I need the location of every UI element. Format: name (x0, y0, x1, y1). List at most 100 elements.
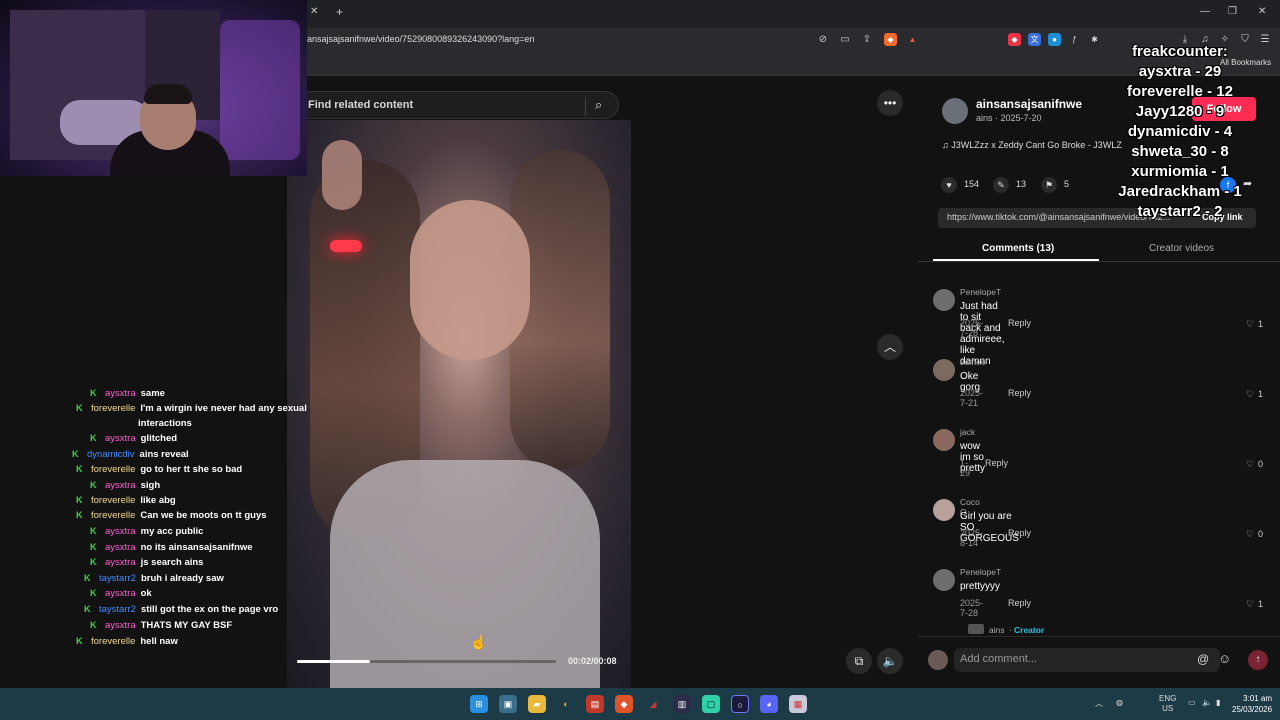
floating-player-icon[interactable]: ⧉ (846, 648, 872, 674)
emoji-icon[interactable]: ☺ (1218, 651, 1231, 666)
user-avatar (928, 650, 948, 670)
chat-username: taystarr2 (99, 604, 136, 615)
url-text[interactable]: ansajsajsanifnwe/video/75290800893262430… (307, 34, 534, 44)
widgets-icon[interactable]: ▣ (499, 695, 517, 713)
send-comment-button[interactable]: ↑ (1248, 650, 1268, 670)
comment-author[interactable]: Jamee (960, 357, 986, 367)
chat-username: aysxtra (105, 388, 136, 399)
comment-reply-button[interactable]: Reply (1008, 388, 1031, 398)
comment-icon[interactable]: ✎ (993, 177, 1009, 193)
comment-avatar[interactable] (933, 499, 955, 521)
app-icon-7[interactable]: ▦ (789, 695, 807, 713)
share-icon[interactable]: ⇪ (860, 33, 874, 47)
app-icon-2[interactable]: ▤ (586, 695, 604, 713)
close-window-icon[interactable]: ✕ (1258, 6, 1266, 17)
chat-text: ains reveal (139, 449, 189, 460)
comment-avatar[interactable] (933, 289, 955, 311)
app-icon-5[interactable]: ▢ (702, 695, 720, 713)
picture-in-picture-icon[interactable]: ▭ (838, 33, 852, 47)
app-icon-1[interactable]: ◐ (557, 695, 575, 713)
discord-icon[interactable]: ◕ (760, 695, 778, 713)
lang-top: ENG (1159, 694, 1177, 703)
battery-icon[interactable]: ▮ (1216, 698, 1220, 707)
chat-message: Kaysxtra same (90, 386, 165, 401)
mention-icon[interactable]: @ (1197, 652, 1209, 666)
comment-author[interactable]: jack (960, 427, 975, 437)
comment-like-heart-icon[interactable]: ♡ (1246, 389, 1254, 400)
chat-text: hell naw (140, 636, 178, 647)
app-icon-3[interactable]: ◢ (644, 695, 662, 713)
extension-1-icon[interactable]: ◆ (1008, 33, 1021, 46)
comment-date: 2025-8-14 (960, 528, 984, 548)
volume-icon[interactable]: 🔈 (877, 648, 903, 674)
app-icon-4[interactable]: ▥ (673, 695, 691, 713)
related-search-input[interactable]: Find related content ⌕ (297, 91, 619, 119)
comment-reply-button[interactable]: Reply (985, 458, 1008, 468)
clock[interactable]: 3:01 am 25/03/2026 (1232, 693, 1272, 715)
chat-username: aysxtra (105, 620, 136, 631)
file-explorer-icon[interactable]: ▰ (528, 695, 546, 713)
save-count: 5 (1064, 179, 1070, 189)
previous-video-chevron-up-icon[interactable]: ︿ (877, 334, 903, 360)
chat-message: Kaysxtra glitched (90, 431, 177, 446)
chat-message: Ktaystarr2 bruh i already saw (84, 571, 224, 586)
volume-tray-icon[interactable]: 🔈 (1202, 698, 1212, 707)
reader-mode-icon[interactable]: ⊘ (816, 33, 830, 47)
comment-reply-button[interactable]: Reply (1008, 598, 1031, 608)
network-icon[interactable]: ▭ (1188, 698, 1196, 707)
translate-icon[interactable]: 文 (1028, 33, 1041, 46)
author-avatar[interactable] (942, 98, 968, 124)
tab-creator-videos[interactable]: Creator videos (1149, 243, 1214, 254)
brave-rewards-icon[interactable]: ▲ (906, 33, 919, 46)
more-options-icon[interactable]: ••• (877, 90, 903, 116)
comment-like-count: 1 (1258, 599, 1264, 609)
restore-icon[interactable]: ❐ (1228, 6, 1237, 17)
close-tab-button[interactable]: ✕ (310, 6, 318, 17)
comment-avatar[interactable] (933, 429, 955, 451)
comment-like-heart-icon[interactable]: ♡ (1246, 459, 1254, 470)
bookmark-icon[interactable]: ⚑ (1041, 177, 1057, 193)
author-handle[interactable]: ainsansajsanifnwe (976, 97, 1082, 111)
comment-text: prettyyyy (960, 581, 1001, 592)
tab-comments[interactable]: Comments (13) (982, 243, 1054, 254)
comment-author[interactable]: PenelopeT (960, 287, 1001, 297)
language-indicator[interactable]: ENG US (1159, 694, 1176, 714)
like-heart-icon[interactable]: ♥ (941, 177, 957, 193)
chat-text: my acc public (140, 526, 204, 537)
comment-reply-button[interactable]: Reply (1008, 528, 1031, 538)
chat-badge-icon: K (90, 557, 97, 567)
brave-icon[interactable]: ◆ (615, 695, 633, 713)
lang-bottom: US (1162, 704, 1174, 713)
comment-date: 2025-7-21 (960, 388, 984, 408)
comment-author[interactable]: PenelopeT (960, 567, 1001, 577)
comment-avatar[interactable] (933, 569, 955, 591)
add-comment-input[interactable]: Add comment... (954, 648, 1220, 672)
author-subtitle: ains · 2025-7-20 (976, 113, 1042, 123)
chat-badge-icon: K (76, 464, 83, 474)
tray-app-icon[interactable]: ◍ (1116, 698, 1123, 707)
chat-text: I'm a wirgin ive never had any sexual (140, 403, 307, 414)
tray-chevron-up-icon[interactable]: ︿ (1095, 698, 1103, 709)
like-count: 154 (964, 179, 980, 189)
comment-reply-button[interactable]: Reply (1008, 318, 1031, 328)
chat-badge-icon: K (72, 449, 79, 459)
webcam-overlay (0, 0, 307, 176)
comment-like-heart-icon[interactable]: ♡ (1246, 529, 1254, 540)
chat-text: ok (140, 588, 152, 599)
search-icon[interactable]: ⌕ (595, 97, 602, 113)
video-progress-fill (297, 660, 370, 663)
brave-shields-icon[interactable]: ◆ (884, 33, 897, 46)
comment-like-heart-icon[interactable]: ♡ (1246, 599, 1254, 610)
extension-2-icon[interactable]: ● (1048, 33, 1061, 46)
chat-message: Kforeverelle like abg (76, 493, 176, 508)
new-tab-button[interactable]: + (336, 5, 343, 19)
chat-badge-icon: K (84, 573, 91, 583)
comment-like-heart-icon[interactable]: ♡ (1246, 319, 1254, 330)
app-icon-6[interactable]: ○ (731, 695, 749, 713)
minimize-icon[interactable]: — (1200, 6, 1210, 17)
chat-text: go to her tt she so bad (140, 464, 243, 475)
chat-username: aysxtra (105, 557, 136, 568)
comment-avatar[interactable] (933, 359, 955, 381)
video-frame-detail (322, 140, 362, 210)
start-icon[interactable]: ⊞ (470, 695, 488, 713)
